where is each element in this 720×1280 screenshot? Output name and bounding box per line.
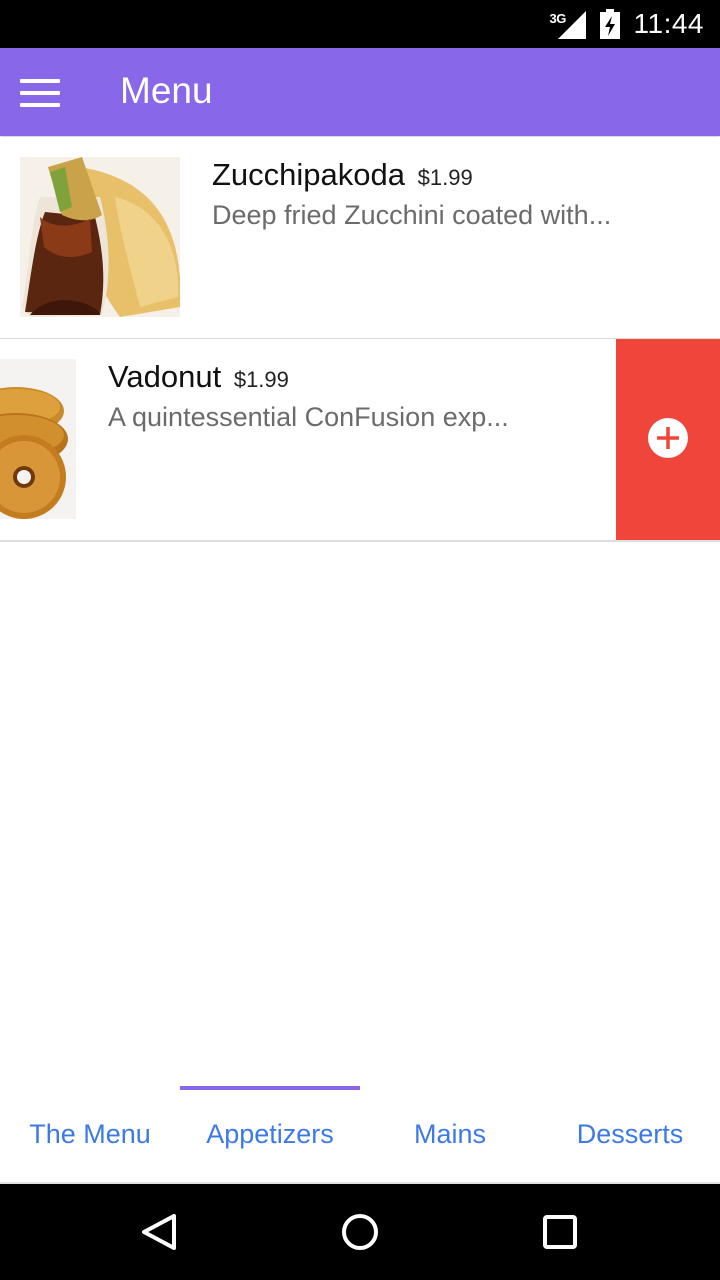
app-bar: Menu	[0, 48, 720, 136]
status-icons: 3G 11:44	[550, 0, 705, 48]
tab-bar: The Menu Appetizers Mains Desserts	[0, 1086, 720, 1184]
menu-list-item[interactable]: Vadonut $1.99 A quintessential ConFusion…	[0, 339, 720, 542]
menu-item-title: Vadonut	[108, 359, 222, 394]
signal-icon	[557, 11, 586, 39]
recents-icon[interactable]	[536, 1208, 584, 1256]
tab-desserts[interactable]: Desserts	[540, 1086, 720, 1182]
app-title: Menu	[120, 70, 213, 111]
zucchipakoda-image	[20, 157, 180, 317]
add-circle-icon	[648, 418, 688, 458]
tab-appetizers[interactable]: Appetizers	[180, 1086, 360, 1182]
menu-item-name: Vadonut $1.99	[108, 359, 289, 395]
network-indicator: 3G	[550, 9, 586, 39]
menu-item-content[interactable]: Zucchipakoda $1.99 Deep fried Zucchini c…	[0, 137, 720, 338]
menu-item-description: A quintessential ConFusion exp...	[108, 402, 509, 432]
menu-item-name: Zucchipakoda $1.99	[212, 157, 473, 193]
battery-charging-icon	[599, 9, 620, 39]
system-nav-bar	[0, 1184, 720, 1280]
add-favorite-button[interactable]	[616, 339, 720, 540]
tab-the-menu[interactable]: The Menu	[0, 1086, 180, 1182]
menu-item-price: $1.99	[233, 367, 289, 392]
hamburger-menu-icon[interactable]	[20, 79, 60, 107]
menu-list-item[interactable]: Zucchipakoda $1.99 Deep fried Zucchini c…	[0, 137, 720, 340]
vadonut-image	[0, 359, 76, 519]
home-icon[interactable]	[336, 1208, 384, 1256]
tab-mains[interactable]: Mains	[360, 1086, 540, 1182]
status-time: 11:44	[633, 8, 704, 39]
status-bar: 3G 11:44	[0, 0, 720, 48]
menu-item-description: Deep fried Zucchini coated with...	[212, 200, 612, 230]
menu-item-content[interactable]: Vadonut $1.99 A quintessential ConFusion…	[0, 339, 616, 540]
menu-item-title: Zucchipakoda	[212, 157, 406, 192]
menu-item-price: $1.99	[417, 165, 473, 190]
back-icon[interactable]	[136, 1208, 184, 1256]
